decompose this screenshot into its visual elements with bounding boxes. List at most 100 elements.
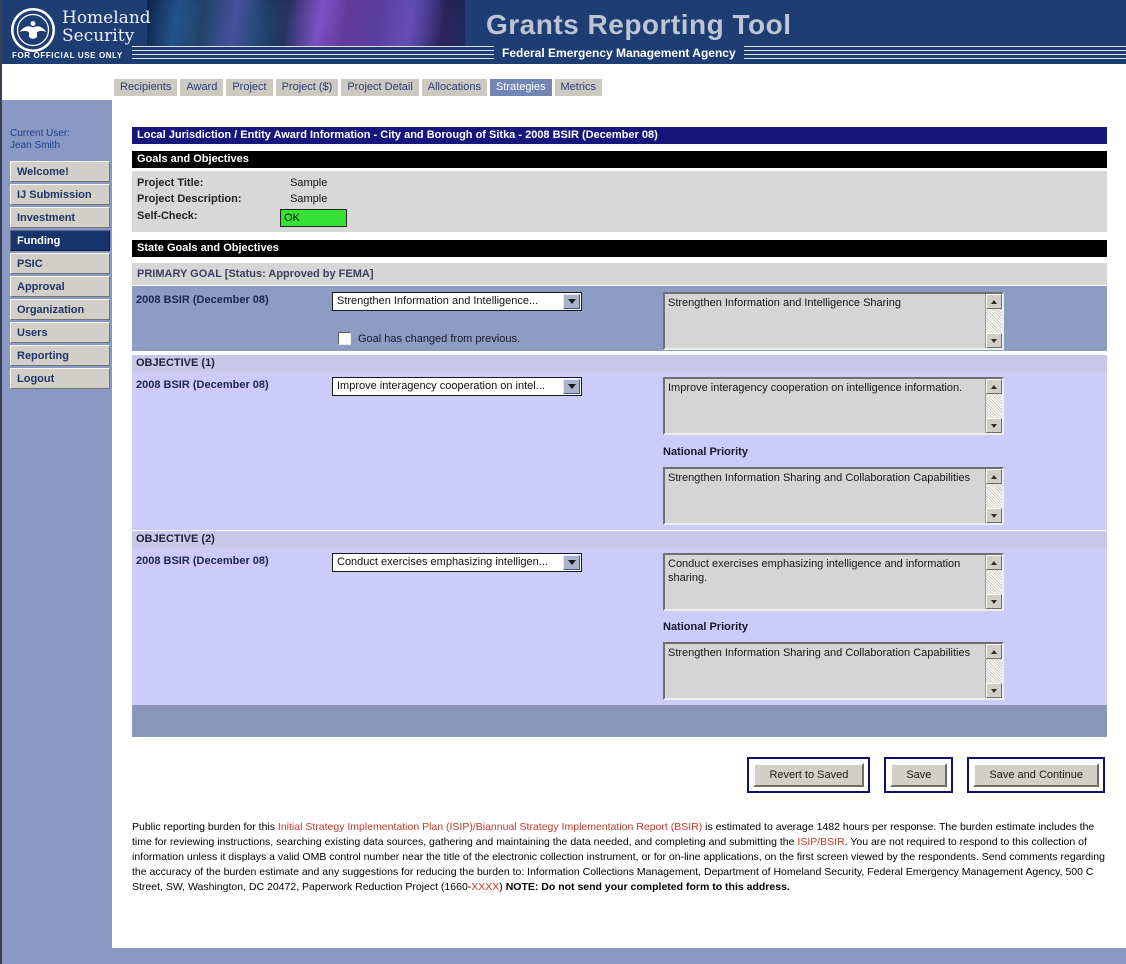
objective1-national-priority-textarea[interactable]: Strengthen Information Sharing and Colla…: [663, 467, 1004, 525]
objective1-textarea[interactable]: Improve interagency cooperation on intel…: [663, 377, 1004, 435]
save-button[interactable]: Save: [890, 763, 947, 787]
sidebar-item-psic[interactable]: PSIC: [10, 253, 110, 274]
sidebar-item-organization[interactable]: Organization: [10, 299, 110, 320]
grants-reporting-tool-page: Homeland Security FOR OFFICIAL USE ONLY …: [0, 0, 1126, 964]
self-check-status-field: OK: [280, 209, 347, 227]
project-title-row: Project Title: Sample: [137, 177, 327, 189]
revert-to-saved-button[interactable]: Revert to Saved: [753, 763, 864, 787]
goals-section-header: Goals and Objectives: [132, 151, 1107, 168]
primary-goal-row: 2008 BSIR (December 08) Strengthen Infor…: [132, 286, 1107, 351]
sidebar-item-reporting[interactable]: Reporting: [10, 345, 110, 366]
primary-goal-select[interactable]: Strengthen Information and Intelligence.…: [332, 292, 582, 311]
scroll-up-icon[interactable]: [986, 294, 1002, 309]
paperwork-burden-disclaimer: Public reporting burden for this Initial…: [132, 820, 1107, 895]
objective1-period-label: 2008 BSIR (December 08): [136, 379, 269, 391]
project-description-value: Sample: [290, 193, 327, 205]
scroll-down-icon[interactable]: [986, 333, 1002, 348]
goal-changed-checkbox-group: Goal has changed from previous.: [338, 332, 520, 345]
current-user-name: Jean Smith: [10, 140, 110, 152]
tab-project[interactable]: Project: [226, 79, 272, 96]
goal-changed-checkbox[interactable]: [338, 332, 351, 345]
app-title: Grants Reporting Tool: [486, 9, 792, 41]
chevron-down-icon[interactable]: [563, 555, 580, 570]
objective2-textarea[interactable]: Conduct exercises emphasizing intelligen…: [663, 553, 1004, 611]
app-subtitle: Federal Emergency Management Agency: [494, 45, 744, 61]
agency-name-line2: Security: [62, 27, 151, 45]
objective1-header: OBJECTIVE (1): [132, 355, 1107, 372]
sidebar-item-approval[interactable]: Approval: [10, 276, 110, 297]
scrollbar[interactable]: [985, 294, 1002, 348]
tab-award[interactable]: Award: [180, 79, 223, 96]
form-footer-band: [132, 705, 1107, 737]
scrollbar[interactable]: [985, 379, 1002, 433]
objective1-text: Improve interagency cooperation on intel…: [668, 381, 981, 395]
tab-allocations[interactable]: Allocations: [422, 79, 487, 96]
omb-number-placeholder: XXXX: [471, 881, 499, 893]
scroll-up-icon[interactable]: [986, 644, 1002, 659]
project-title-value: Sample: [290, 177, 327, 189]
scroll-up-icon[interactable]: [986, 379, 1002, 394]
scroll-down-icon[interactable]: [986, 508, 1002, 523]
objective1-national-priority-text: Strengthen Information Sharing and Colla…: [668, 471, 981, 485]
primary-goal-period-label: 2008 BSIR (December 08): [136, 294, 269, 306]
app-header: Homeland Security FOR OFFICIAL USE ONLY …: [2, 0, 1126, 64]
sidebar-item-ij-submission[interactable]: IJ Submission: [10, 184, 110, 205]
primary-goal-text: Strengthen Information and Intelligence …: [668, 296, 981, 310]
disclaimer-text: Public reporting burden for this: [132, 821, 278, 833]
state-goals-section-header: State Goals and Objectives: [132, 240, 1107, 257]
primary-goal-selected-value: Strengthen Information and Intelligence.…: [337, 295, 538, 307]
sidebar-item-funding[interactable]: Funding: [10, 230, 110, 251]
project-info-panel: Project Title: Sample Project Descriptio…: [132, 171, 1107, 232]
objective1-selected-value: Improve interagency cooperation on intel…: [337, 380, 545, 392]
objective2-row: 2008 BSIR (December 08) Conduct exercise…: [132, 548, 1107, 705]
objective1-national-priority-label: National Priority: [663, 446, 748, 458]
scroll-down-icon[interactable]: [986, 418, 1002, 433]
scroll-up-icon[interactable]: [986, 555, 1002, 570]
primary-goal-header: PRIMARY GOAL [Status: Approved by FEMA]: [132, 263, 1107, 285]
goal-changed-checkbox-label: Goal has changed from previous.: [358, 333, 520, 345]
classification-banner: FOR OFFICIAL USE ONLY: [12, 51, 123, 60]
scroll-up-icon[interactable]: [986, 469, 1002, 484]
current-user-label: Current User:: [10, 128, 110, 140]
isip-bsir-link[interactable]: Initial Strategy Implementation Plan (IS…: [278, 821, 702, 833]
scroll-down-icon[interactable]: [986, 594, 1002, 609]
isip-bsir-short-link[interactable]: ISIP/BSIR: [797, 836, 844, 848]
objective2-national-priority-text: Strengthen Information Sharing and Colla…: [668, 646, 981, 660]
dhs-seal-icon: [10, 7, 56, 53]
scrollbar[interactable]: [985, 555, 1002, 609]
objective2-select[interactable]: Conduct exercises emphasizing intelligen…: [332, 553, 582, 572]
nav-tabs: Recipients Award Project Project ($) Pro…: [114, 79, 602, 96]
page-title-bar: Local Jurisdiction / Entity Award Inform…: [132, 127, 1107, 144]
tab-metrics[interactable]: Metrics: [555, 79, 602, 96]
sidebar-item-investment[interactable]: Investment: [10, 207, 110, 228]
objective2-text: Conduct exercises emphasizing intelligen…: [668, 557, 981, 585]
scrollbar[interactable]: [985, 469, 1002, 523]
objective2-header: OBJECTIVE (2): [132, 531, 1107, 548]
sidebar-item-logout[interactable]: Logout: [10, 368, 110, 389]
objective1-select[interactable]: Improve interagency cooperation on intel…: [332, 377, 582, 396]
chevron-down-icon[interactable]: [563, 379, 580, 394]
objective2-national-priority-label: National Priority: [663, 621, 748, 633]
primary-goal-textarea[interactable]: Strengthen Information and Intelligence …: [663, 292, 1004, 350]
self-check-row: Self-Check:: [137, 210, 287, 222]
objective2-national-priority-textarea[interactable]: Strengthen Information Sharing and Colla…: [663, 642, 1004, 700]
header-photo-montage: [147, 0, 465, 47]
self-check-label: Self-Check:: [137, 210, 287, 222]
tab-recipients[interactable]: Recipients: [114, 79, 177, 96]
project-description-label: Project Description:: [137, 193, 287, 205]
disclaimer-note: NOTE: Do not send your completed form to…: [506, 881, 790, 893]
project-description-row: Project Description: Sample: [137, 193, 327, 205]
sidebar-item-welcome[interactable]: Welcome!: [10, 161, 110, 182]
tab-project-dollars[interactable]: Project ($): [276, 79, 339, 96]
sidebar-item-users[interactable]: Users: [10, 322, 110, 343]
chevron-down-icon[interactable]: [563, 294, 580, 309]
scrollbar[interactable]: [985, 644, 1002, 698]
current-user: Current User: Jean Smith: [10, 128, 110, 152]
agency-name-line1: Homeland: [62, 9, 151, 27]
scroll-down-icon[interactable]: [986, 683, 1002, 698]
tab-project-detail[interactable]: Project Detail: [341, 79, 418, 96]
tab-strategies[interactable]: Strategies: [490, 79, 552, 96]
project-title-label: Project Title:: [137, 177, 287, 189]
save-and-continue-button[interactable]: Save and Continue: [973, 763, 1099, 787]
save-continue-button-frame: Save and Continue: [967, 757, 1105, 793]
